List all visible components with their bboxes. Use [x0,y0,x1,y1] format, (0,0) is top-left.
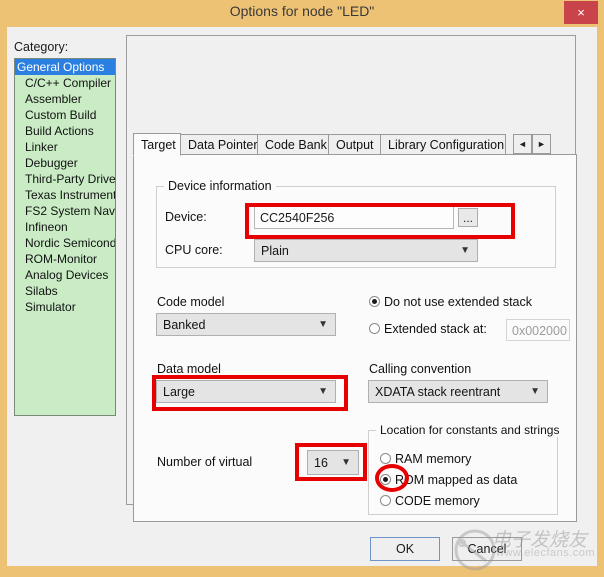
tab-target[interactable]: Target [133,133,181,156]
device-field[interactable]: CC2540F256 [254,206,454,229]
data-model-label: Data model [157,362,221,376]
category-item[interactable]: Third-Party Driver [15,171,115,187]
category-label: Category: [14,40,68,54]
extended-stack-at-radio[interactable]: Extended stack at: [369,322,487,336]
tab-data-pointer[interactable]: Data Pointer [180,134,258,155]
device-browse-button[interactable]: ... [458,208,478,227]
category-item[interactable]: Debugger [15,155,115,171]
category-item[interactable]: Linker [15,139,115,155]
location-option-code-memory[interactable]: CODE memory [380,494,480,508]
chevron-down-icon: ▼ [318,314,328,336]
category-item[interactable]: C/C++ Compiler [15,75,115,91]
device-information-title: Device information [164,179,276,193]
calling-convention-combo[interactable]: XDATA stack reentrant ▼ [368,380,548,403]
radio-unselected-icon [369,323,380,334]
code-model-value: Banked [163,314,205,336]
tab-strip[interactable]: TargetData PointerCode BankOutputLibrary… [133,133,577,155]
category-item[interactable]: Texas Instruments [15,187,115,203]
virtual-registers-combo[interactable]: 16 ▼ [307,450,359,475]
data-model-value: Large [163,381,195,403]
category-item[interactable]: Assembler [15,91,115,107]
radio-selected-icon [380,474,391,485]
tab-library-configuration[interactable]: Library Configuration [380,134,506,155]
category-item[interactable]: Infineon [15,219,115,235]
ok-button[interactable]: OK [370,537,440,561]
calling-convention-label: Calling convention [369,362,471,376]
category-item[interactable]: ROM-Monitor [15,251,115,267]
category-item[interactable]: Build Actions [15,123,115,139]
category-item[interactable]: Simulator [15,299,115,315]
data-model-combo[interactable]: Large ▼ [156,380,336,403]
chevron-down-icon: ▼ [341,451,351,475]
category-item[interactable]: General Options [15,59,115,75]
chevron-down-icon: ▼ [530,381,540,403]
category-item[interactable]: Silabs [15,283,115,299]
no-extended-stack-label: Do not use extended stack [384,295,532,309]
radio-unselected-icon [380,453,391,464]
tab-output[interactable]: Output [328,134,381,155]
extended-stack-address-field[interactable]: 0x002000 [506,319,570,341]
chevron-down-icon: ▼ [318,381,328,403]
tab-code-bank[interactable]: Code Bank [257,134,329,155]
virtual-registers-value: 16 [314,451,328,475]
cpu-core-label: CPU core: [165,243,223,257]
location-constants-title: Location for constants and strings [376,423,563,437]
code-model-label: Code model [157,295,224,309]
cpu-core-value: Plain [261,240,289,262]
location-option-label: RAM memory [395,452,471,466]
radio-unselected-icon [380,495,391,506]
window-title: Options for node "LED" [0,3,604,19]
location-option-ram-memory[interactable]: RAM memory [380,452,471,466]
close-icon[interactable]: × [564,1,598,24]
target-tab-page: Device information Device: CC2540F256 ..… [133,154,577,522]
location-option-rom-mapped-as-data[interactable]: ROM mapped as data [380,473,517,487]
category-item[interactable]: Nordic Semiconductor [15,235,115,251]
cpu-core-combo[interactable]: Plain ▼ [254,239,478,262]
category-list[interactable]: General OptionsC/C++ CompilerAssemblerCu… [14,58,116,416]
calling-convention-value: XDATA stack reentrant [375,381,500,403]
category-item[interactable]: FS2 System Navigator [15,203,115,219]
tab-scroll-left-icon[interactable]: ◄ [513,134,532,154]
virtual-registers-label: Number of virtual [157,455,252,469]
no-extended-stack-radio[interactable]: Do not use extended stack [369,295,532,309]
cancel-button[interactable]: Cancel [452,537,522,561]
code-model-combo[interactable]: Banked ▼ [156,313,336,336]
extended-stack-at-label: Extended stack at: [384,322,487,336]
title-bar: Options for node "LED" × [0,0,604,27]
tab-scroll-right-icon[interactable]: ► [532,134,551,154]
category-item[interactable]: Custom Build [15,107,115,123]
location-option-label: CODE memory [395,494,480,508]
options-dialog-window: Options for node "LED" × Category: Gener… [0,0,604,577]
radio-selected-icon [369,296,380,307]
category-item[interactable]: Analog Devices [15,267,115,283]
location-option-label: ROM mapped as data [395,473,517,487]
device-label: Device: [165,210,207,224]
chevron-down-icon: ▼ [460,240,470,262]
